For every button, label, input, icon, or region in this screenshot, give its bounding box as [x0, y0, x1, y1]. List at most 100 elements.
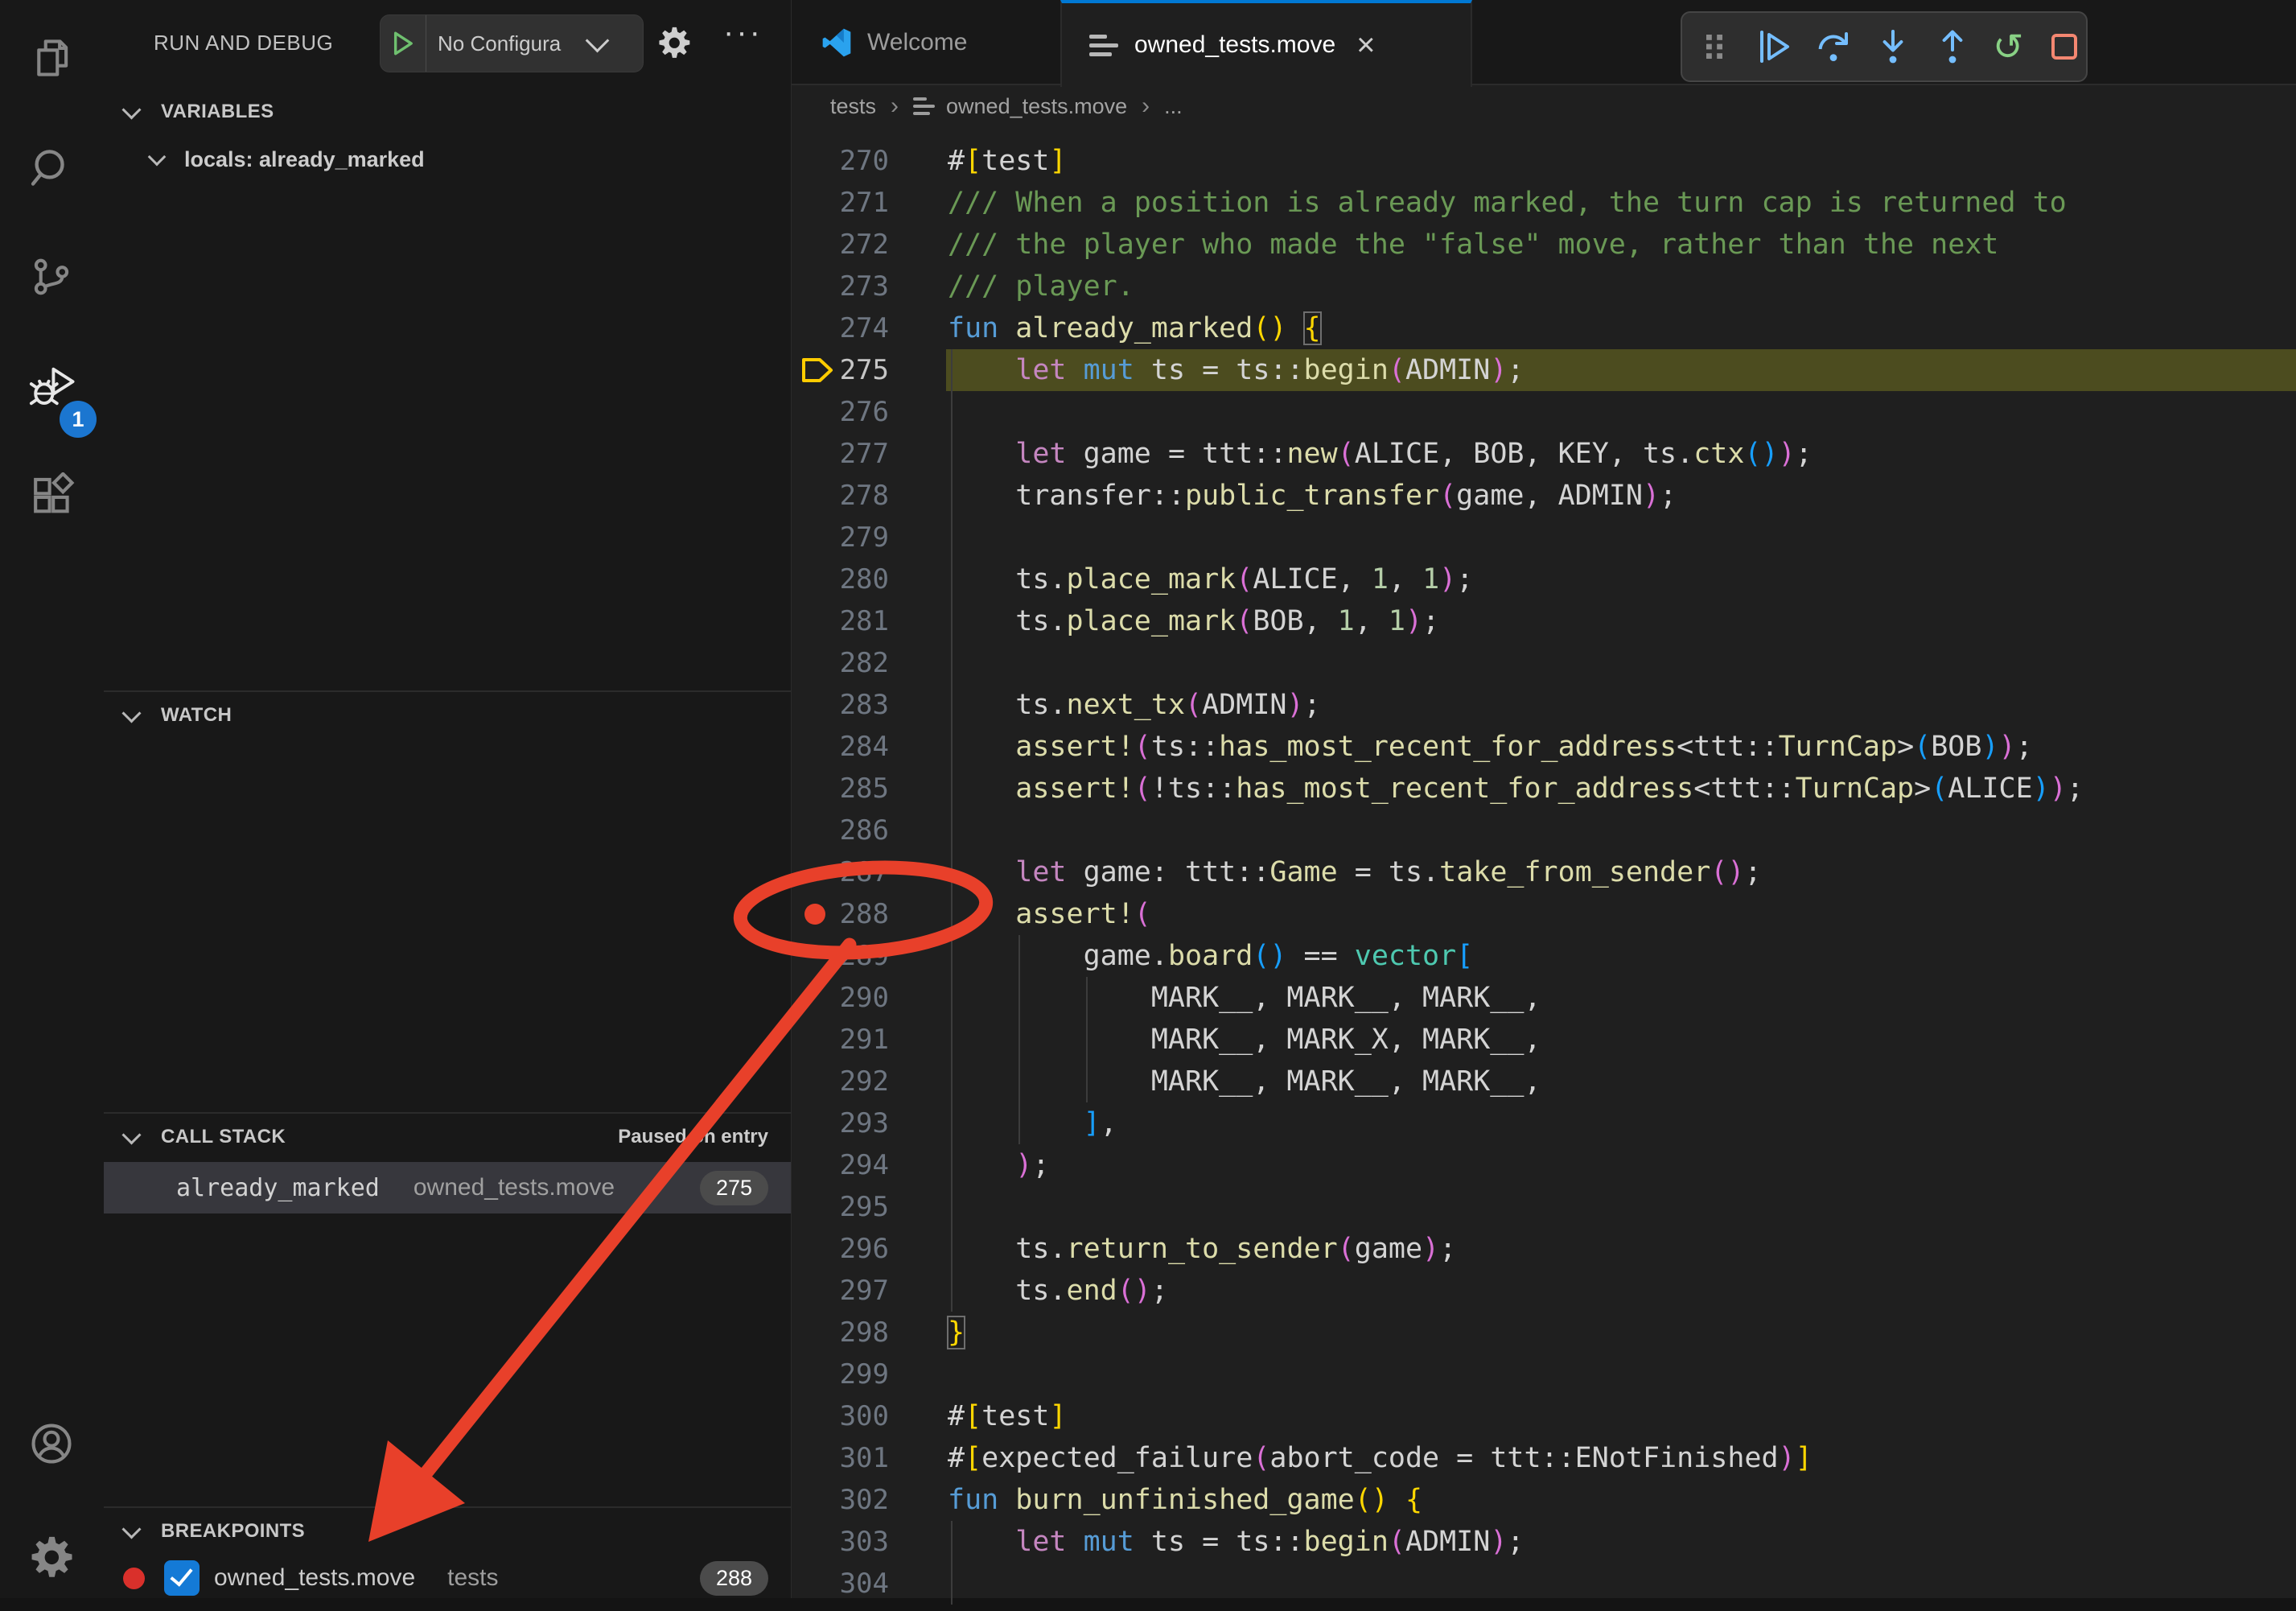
code-line-286[interactable]: 286 — [792, 810, 2296, 851]
code-line-277[interactable]: 277 let game = ttt::new(ALICE, BOB, KEY,… — [792, 433, 2296, 475]
gutter-line-number[interactable]: 303 — [792, 1521, 889, 1563]
gutter-line-number[interactable]: 292 — [792, 1061, 889, 1102]
gutter-line-number[interactable]: 273 — [792, 266, 889, 307]
gutter-line-number[interactable]: 302 — [792, 1479, 889, 1521]
continue-button[interactable] — [1755, 27, 1793, 66]
code-line-276[interactable]: 276 — [792, 391, 2296, 433]
tab-owned-tests-move[interactable]: owned_tests.move × — [1060, 0, 1472, 87]
drag-handle-icon[interactable] — [1695, 27, 1734, 66]
breadcrumb-item-file[interactable]: owned_tests.move — [946, 94, 1127, 119]
gutter-line-number[interactable]: 301 — [792, 1437, 889, 1479]
code-line-296[interactable]: 296 ts.return_to_sender(game); — [792, 1228, 2296, 1270]
code-line-292[interactable]: 292 MARK__, MARK__, MARK__, — [792, 1061, 2296, 1102]
gutter-line-number[interactable]: 298 — [792, 1312, 889, 1353]
code-line-274[interactable]: 274fun already_marked() { — [792, 307, 2296, 349]
source-control-icon[interactable] — [28, 253, 75, 300]
code-line-275[interactable]: 275 let mut ts = ts::begin(ADMIN); — [792, 349, 2296, 391]
restart-button[interactable]: ↺ — [1993, 27, 2024, 66]
code-line-301[interactable]: 301#[expected_failure(abort_code = ttt::… — [792, 1437, 2296, 1479]
gutter-line-number[interactable]: 272 — [792, 224, 889, 266]
code-line-295[interactable]: 295 — [792, 1186, 2296, 1228]
code-line-303[interactable]: 303 let mut ts = ts::begin(ADMIN); — [792, 1521, 2296, 1563]
code-line-285[interactable]: 285 assert!(!ts::has_most_recent_for_add… — [792, 768, 2296, 810]
gutter-line-number[interactable]: 274 — [792, 307, 889, 349]
breadcrumb-item-more[interactable]: ... — [1164, 94, 1183, 119]
gutter-line-number[interactable]: 282 — [792, 642, 889, 684]
step-out-button[interactable] — [1933, 27, 1972, 66]
gutter-line-number[interactable]: 284 — [792, 726, 889, 768]
gutter-line-number[interactable]: 295 — [792, 1186, 889, 1228]
code-line-290[interactable]: 290 MARK__, MARK__, MARK__, — [792, 977, 2296, 1019]
gutter-line-number[interactable]: 296 — [792, 1228, 889, 1270]
gutter-line-number[interactable]: 276 — [792, 391, 889, 433]
section-call-stack[interactable]: CALL STACK Paused on entry — [104, 1115, 791, 1159]
account-icon[interactable] — [28, 1420, 75, 1467]
gutter-line-number[interactable]: 289 — [792, 935, 889, 977]
gutter-line-number[interactable]: 299 — [792, 1353, 889, 1395]
search-icon[interactable] — [28, 144, 75, 191]
breadcrumb-item-tests[interactable]: tests — [830, 94, 876, 119]
gutter-line-number[interactable]: 291 — [792, 1019, 889, 1061]
gutter-line-number[interactable]: 286 — [792, 810, 889, 851]
gutter-line-number[interactable]: 294 — [792, 1144, 889, 1186]
gutter-line-number[interactable]: 277 — [792, 433, 889, 475]
code-line-270[interactable]: 270#[test] — [792, 140, 2296, 182]
section-watch[interactable]: WATCH — [104, 694, 791, 737]
more-actions-icon[interactable]: ··· — [723, 14, 763, 51]
debug-settings-gear-icon[interactable] — [656, 25, 692, 60]
code-line-289[interactable]: 289 game.board() == vector[ — [792, 935, 2296, 977]
code-line-302[interactable]: 302fun burn_unfinished_game() { — [792, 1479, 2296, 1521]
gutter-line-number[interactable]: 271 — [792, 182, 889, 224]
tab-welcome[interactable]: Welcome — [792, 0, 1060, 85]
call-stack-frame[interactable]: already_marked owned_tests.move 275 — [104, 1162, 791, 1213]
code-line-297[interactable]: 297 ts.end(); — [792, 1270, 2296, 1312]
stop-button[interactable] — [2045, 27, 2084, 66]
gutter-line-number[interactable]: 288 — [792, 893, 889, 935]
variables-scope-locals[interactable]: locals: already_marked — [104, 138, 791, 180]
code-line-280[interactable]: 280 ts.place_mark(ALICE, 1, 1); — [792, 558, 2296, 600]
gutter-line-number[interactable]: 290 — [792, 977, 889, 1019]
gutter-line-number[interactable]: 287 — [792, 851, 889, 893]
section-breakpoints[interactable]: BREAKPOINTS — [104, 1510, 791, 1553]
gutter-line-number[interactable]: 293 — [792, 1102, 889, 1144]
code-line-288[interactable]: 288 assert!( — [792, 893, 2296, 935]
gutter-line-number[interactable]: 275 — [792, 349, 889, 391]
gutter-line-number[interactable]: 278 — [792, 475, 889, 517]
close-icon[interactable]: × — [1356, 29, 1375, 61]
step-into-button[interactable] — [1874, 27, 1912, 66]
code-line-294[interactable]: 294 ); — [792, 1144, 2296, 1186]
debug-configuration-dropdown[interactable]: No Configura — [438, 31, 589, 56]
code-line-271[interactable]: 271/// When a position is already marked… — [792, 182, 2296, 224]
section-variables[interactable]: VARIABLES — [104, 90, 791, 134]
gutter-line-number[interactable]: 297 — [792, 1270, 889, 1312]
code-line-273[interactable]: 273/// player. — [792, 266, 2296, 307]
code-line-293[interactable]: 293 ], — [792, 1102, 2296, 1144]
code-line-287[interactable]: 287 let game: ttt::Game = ts.take_from_s… — [792, 851, 2296, 893]
code-line-281[interactable]: 281 ts.place_mark(BOB, 1, 1); — [792, 600, 2296, 642]
code-line-304[interactable]: 304 — [792, 1563, 2296, 1605]
gutter-line-number[interactable]: 279 — [792, 517, 889, 558]
extensions-icon[interactable] — [28, 472, 75, 519]
gutter-line-number[interactable]: 280 — [792, 558, 889, 600]
code-line-278[interactable]: 278 transfer::public_transfer(game, ADMI… — [792, 475, 2296, 517]
gutter-line-number[interactable]: 300 — [792, 1395, 889, 1437]
code-line-283[interactable]: 283 ts.next_tx(ADMIN); — [792, 684, 2296, 726]
settings-gear-icon[interactable] — [28, 1534, 75, 1580]
gutter-line-number[interactable]: 304 — [792, 1563, 889, 1605]
start-debugging-icon[interactable] — [381, 30, 426, 57]
step-over-button[interactable] — [1814, 27, 1853, 66]
code-line-299[interactable]: 299 — [792, 1353, 2296, 1395]
breakpoint-list-item[interactable]: owned_tests.move tests 288 — [104, 1556, 791, 1600]
code-line-300[interactable]: 300#[test] — [792, 1395, 2296, 1437]
code-line-284[interactable]: 284 assert!(ts::has_most_recent_for_addr… — [792, 726, 2296, 768]
gutter-line-number[interactable]: 270 — [792, 140, 889, 182]
code-line-279[interactable]: 279 — [792, 517, 2296, 558]
breakpoint-enabled-checkbox[interactable] — [164, 1560, 200, 1596]
gutter-line-number[interactable]: 285 — [792, 768, 889, 810]
code-line-298[interactable]: 298} — [792, 1312, 2296, 1353]
gutter-line-number[interactable]: 283 — [792, 684, 889, 726]
code-line-282[interactable]: 282 — [792, 642, 2296, 684]
gutter-line-number[interactable]: 281 — [792, 600, 889, 642]
explorer-icon[interactable] — [28, 35, 75, 81]
code-line-272[interactable]: 272/// the player who made the "false" m… — [792, 224, 2296, 266]
